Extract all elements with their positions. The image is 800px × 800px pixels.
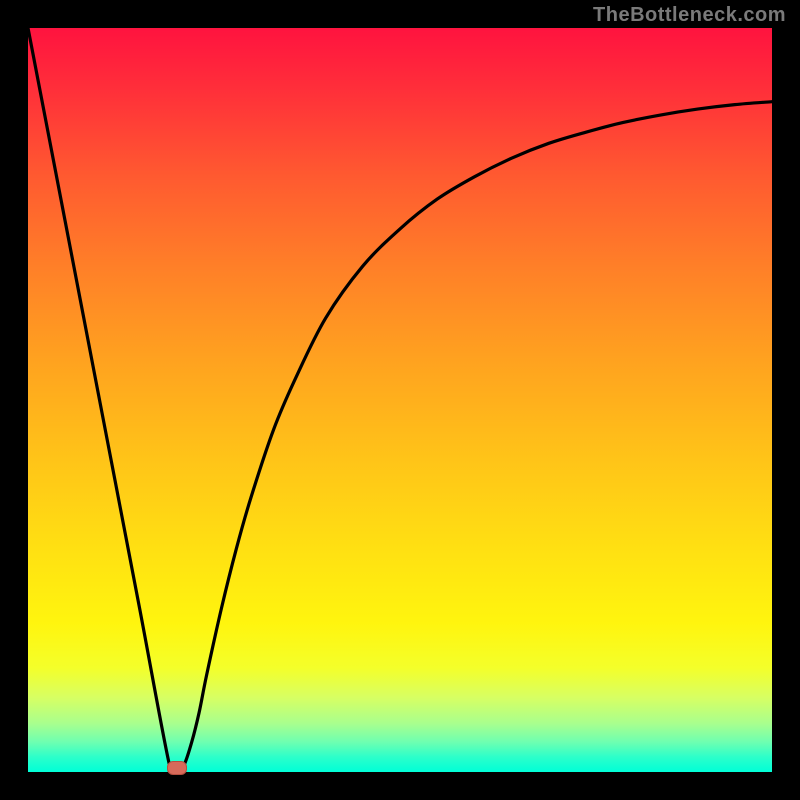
bottleneck-curve: [28, 28, 772, 772]
curve-layer: [28, 28, 772, 772]
min-marker: [167, 761, 187, 775]
watermark-text: TheBottleneck.com: [593, 4, 786, 27]
plot-area: [28, 28, 772, 772]
chart-frame: TheBottleneck.com: [0, 0, 800, 800]
